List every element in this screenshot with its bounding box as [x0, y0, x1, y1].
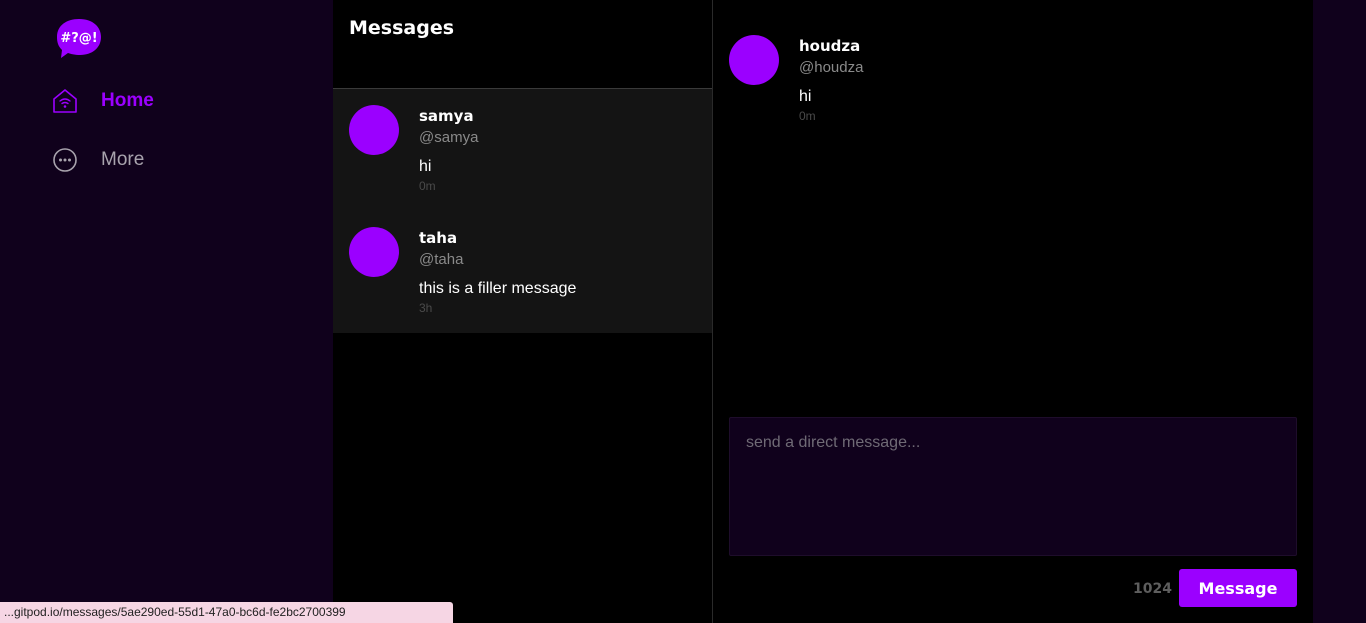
- messages-header: Messages: [333, 0, 712, 89]
- message-author-handle: @houdza: [799, 59, 864, 76]
- conversation-name: samya: [419, 107, 474, 125]
- conversation-item[interactable]: taha @taha this is a filler message 3h: [333, 211, 712, 333]
- chat-panel: houdza @houdza hi 0m 1024 Message: [713, 0, 1313, 623]
- message-text: hi: [799, 88, 812, 105]
- right-gutter: [1313, 0, 1366, 623]
- page-title: Messages: [349, 17, 455, 39]
- send-message-button[interactable]: Message: [1179, 569, 1297, 607]
- conversation-name: taha: [419, 229, 458, 247]
- logo-text: #?@!: [60, 31, 97, 46]
- char-count: 1024: [1133, 581, 1172, 597]
- home-wifi-icon: [52, 88, 78, 114]
- avatar: [349, 105, 399, 155]
- conversation-handle: @samya: [419, 129, 479, 146]
- sidebar-item-label: More: [101, 149, 145, 170]
- avatar: [729, 35, 779, 85]
- sidebar-item-more[interactable]: More: [52, 147, 144, 173]
- message-time: 0m: [799, 109, 816, 123]
- sidebar: #?@! Home More: [0, 0, 333, 623]
- conversation-list: samya @samya hi 0m taha @taha this is a …: [333, 89, 712, 333]
- conversation-time: 3h: [419, 301, 433, 315]
- status-bar-url: ...gitpod.io/messages/5ae290ed-55d1-47a0…: [0, 602, 453, 623]
- conversation-preview: hi: [419, 158, 432, 175]
- direct-message-input[interactable]: [729, 417, 1297, 556]
- app-root: #?@! Home More Messages samya @samya hi …: [0, 0, 1366, 623]
- conversation-item[interactable]: samya @samya hi 0m: [333, 89, 712, 211]
- conversation-handle: @taha: [419, 251, 464, 268]
- message-author-name: houdza: [799, 37, 861, 55]
- avatar: [349, 227, 399, 277]
- sidebar-item-label: Home: [101, 90, 154, 111]
- conversation-preview: this is a filler message: [419, 280, 577, 297]
- conversation-time: 0m: [419, 179, 436, 193]
- more-dots-icon: [52, 147, 78, 173]
- messages-panel: Messages samya @samya hi 0m taha @taha t…: [333, 0, 713, 623]
- logo-icon[interactable]: #?@!: [53, 17, 103, 59]
- sidebar-item-home[interactable]: Home: [52, 88, 154, 114]
